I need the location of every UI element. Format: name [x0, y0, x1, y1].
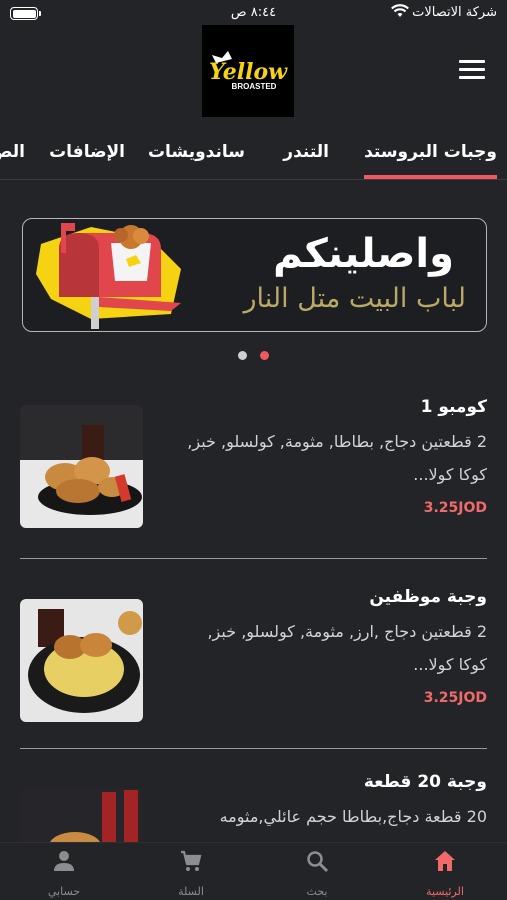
tab-broasted-meals[interactable]: وجبات البروستد — [364, 142, 497, 179]
nav-cart[interactable]: السلة — [141, 843, 241, 900]
category-tabs: وجبات البروستد التندر ساندويشات الإضافات… — [0, 130, 507, 180]
status-bar: ٨:٤٤ ص شركة الاتصالات — [0, 0, 507, 28]
nav-cart-label: السلة — [178, 885, 204, 898]
nav-account-label: حسابي — [47, 885, 81, 898]
cart-icon — [181, 850, 202, 871]
carousel-dot-1[interactable] — [260, 351, 269, 360]
tab-partial[interactable]: الص — [0, 142, 25, 162]
product-card[interactable]: كومبو 1 2 قطعتين دجاج, بطاطا, مثومة, كول… — [20, 397, 487, 547]
mailbox-illustration — [36, 223, 181, 329]
divider — [20, 558, 487, 559]
promo-banner[interactable]: واصلينكم لباب البيت متل النار — [22, 218, 487, 332]
product-image — [20, 599, 143, 722]
tab-extras[interactable]: الإضافات — [49, 142, 125, 162]
nav-account[interactable]: حسابي — [14, 843, 114, 900]
home-icon — [435, 851, 455, 871]
logo-subtext: BROASTED — [232, 82, 277, 91]
carrier-name: شركة الاتصالات — [412, 5, 497, 20]
nav-search-label: بحث — [306, 885, 328, 898]
carousel-dot-2[interactable] — [238, 351, 247, 360]
divider — [20, 748, 487, 749]
search-icon — [307, 851, 329, 873]
product-name: كومبو 1 — [420, 397, 487, 417]
nav-home-label: الرئيسية — [426, 885, 464, 898]
wifi-icon — [391, 4, 409, 17]
tab-tender[interactable]: التندر — [283, 142, 329, 162]
product-price: 3.25JOD — [423, 500, 487, 516]
product-description: 2 قطعتين دجاج, بطاطا, مثومة, كولسلو, خبز… — [187, 432, 487, 484]
banner-title: واصلينكم — [273, 231, 454, 277]
nav-search[interactable]: بحث — [267, 843, 367, 900]
nav-home[interactable]: الرئيسية — [395, 843, 495, 900]
product-card[interactable]: وجبة موظفين 2 قطعتين دجاج ,ارز, مثومة, ك… — [20, 587, 487, 737]
tab-sandwiches[interactable]: ساندويشات — [148, 142, 245, 162]
product-name: وجبة موظفين — [369, 587, 487, 607]
product-description: 2 قطعتين دجاج ,ارز, مثومة, كولسلو, خبز, … — [207, 622, 487, 674]
brand-logo: Yellow BROASTED — [202, 25, 294, 117]
product-image — [20, 405, 143, 528]
product-name: وجبة 20 قطعة — [363, 772, 487, 792]
product-description: 20 قطعة دجاج,بطاطا حجم عائلي,مثومه — [219, 807, 487, 826]
banner-subtitle: لباب البيت متل النار — [243, 283, 467, 314]
product-price: 3.25JOD — [423, 690, 487, 706]
hamburger-menu-icon[interactable] — [459, 60, 485, 82]
bottom-navigation: الرئيسية بحث السلة حسابي — [0, 842, 507, 900]
account-icon — [54, 851, 74, 871]
carousel-indicator — [238, 351, 270, 361]
